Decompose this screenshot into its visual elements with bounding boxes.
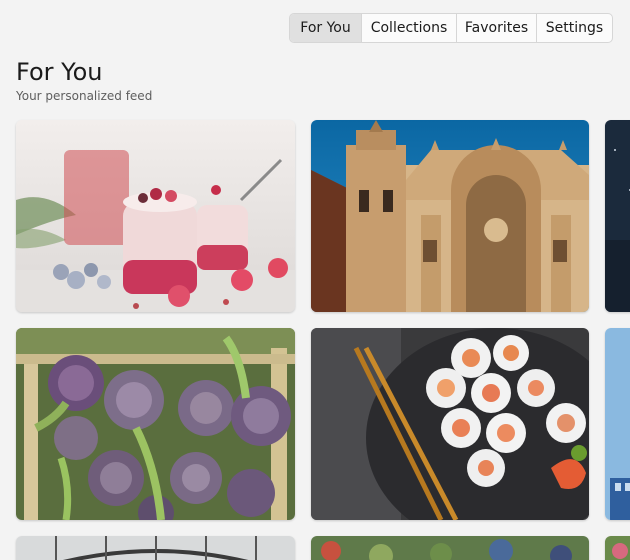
page-title: For You [16,58,103,86]
sushi-photo [311,328,589,520]
building-photo [605,328,630,520]
flowers-photo [605,536,630,560]
tab-for-you[interactable]: For You [290,14,362,42]
photo-tile-greenhouse[interactable] [16,536,295,560]
photo-tile-sushi[interactable] [311,328,589,520]
photo-tile-smoothie[interactable] [16,120,295,312]
artichokes-photo [16,328,295,520]
market-photo [311,536,589,560]
photo-tile-night-sky[interactable] [605,120,630,312]
tab-favorites[interactable]: Favorites [457,14,537,42]
tab-settings[interactable]: Settings [537,14,612,42]
cathedral-photo [311,120,589,312]
greenhouse-photo [16,536,295,560]
photo-tile-market[interactable] [311,536,589,560]
photo-tile-building[interactable] [605,328,630,520]
night-sky-photo [605,120,630,312]
page-subtitle: Your personalized feed [16,89,153,103]
photo-tile-artichokes[interactable] [16,328,295,520]
feed-nav-tabs: For You Collections Favorites Settings [289,13,613,43]
photo-tile-cathedral[interactable] [311,120,589,312]
app-window: For You Collections Favorites Settings F… [0,0,630,560]
photo-tile-flowers[interactable] [605,536,630,560]
smoothie-photo [16,120,295,312]
tab-collections[interactable]: Collections [362,14,457,42]
